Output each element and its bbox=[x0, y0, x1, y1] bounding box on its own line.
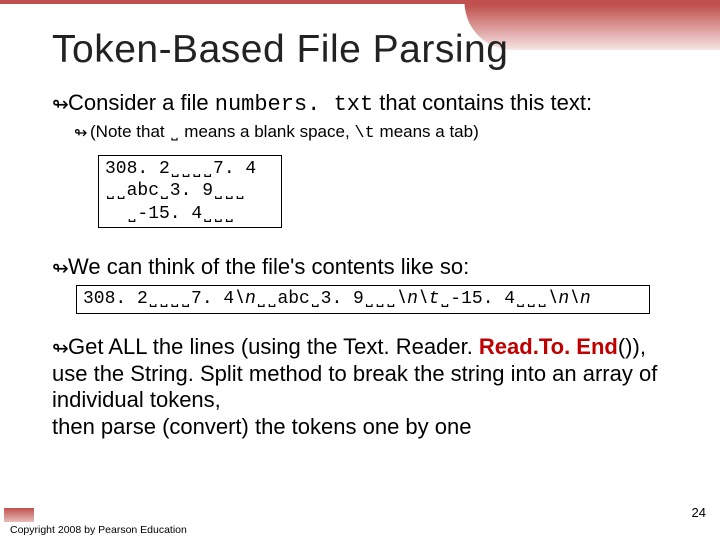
page-number: 24 bbox=[692, 505, 706, 520]
seg: ˽-15. 4˽˽˽ bbox=[440, 289, 548, 309]
text: Get ALL the lines (using the Text. Reade… bbox=[68, 334, 479, 359]
text: means a blank space, bbox=[180, 122, 355, 141]
text: (Note that bbox=[90, 122, 169, 141]
text: Consider a file bbox=[68, 90, 215, 115]
code-box-1: 308. 2˽˽˽˽7. 4 ˽˽abc˽3. 9˽˽˽ ˽-15. 4˽˽˽ bbox=[98, 155, 282, 229]
copyright: Copyright 2008 by Pearson Education bbox=[10, 524, 187, 536]
bullet-3: ↬Get ALL the lines (using the Text. Read… bbox=[52, 334, 682, 441]
slide-body: Token-Based File Parsing ↬Consider a fil… bbox=[0, 0, 720, 540]
inline-code: numbers. txt bbox=[215, 92, 373, 117]
swirl-icon: ↬ bbox=[52, 339, 68, 359]
emphasis: Read.To. End bbox=[479, 334, 618, 359]
escape: \n\t bbox=[396, 289, 439, 309]
bottom-accent bbox=[4, 508, 34, 522]
escape: \n bbox=[234, 289, 256, 309]
bullet-1: ↬Consider a file numbers. txt that conta… bbox=[52, 90, 682, 119]
seg: 308. 2˽˽˽˽7. 4 bbox=[83, 289, 234, 309]
seg: ˽˽abc˽3. 9˽˽˽ bbox=[256, 289, 396, 309]
code-box-2: 308. 2˽˽˽˽7. 4\n˽˽abc˽3. 9˽˽˽\n\t˽-15. 4… bbox=[76, 285, 650, 314]
escape: \t bbox=[354, 124, 374, 143]
glyph: ˽ bbox=[169, 124, 179, 143]
text: means a tab) bbox=[375, 122, 479, 141]
text: We can think of the file's contents like… bbox=[68, 254, 469, 279]
bullet-2: ↬We can think of the file's contents lik… bbox=[52, 254, 682, 281]
text: that contains this text: bbox=[373, 90, 592, 115]
swirl-icon: ↬ bbox=[74, 126, 90, 142]
slide-title: Token-Based File Parsing bbox=[52, 28, 682, 72]
escape: \n\n bbox=[548, 289, 591, 309]
bullet-1-note: ↬(Note that ˽ means a blank space, \t me… bbox=[74, 121, 682, 145]
swirl-icon: ↬ bbox=[52, 259, 68, 279]
swirl-icon: ↬ bbox=[52, 95, 68, 115]
